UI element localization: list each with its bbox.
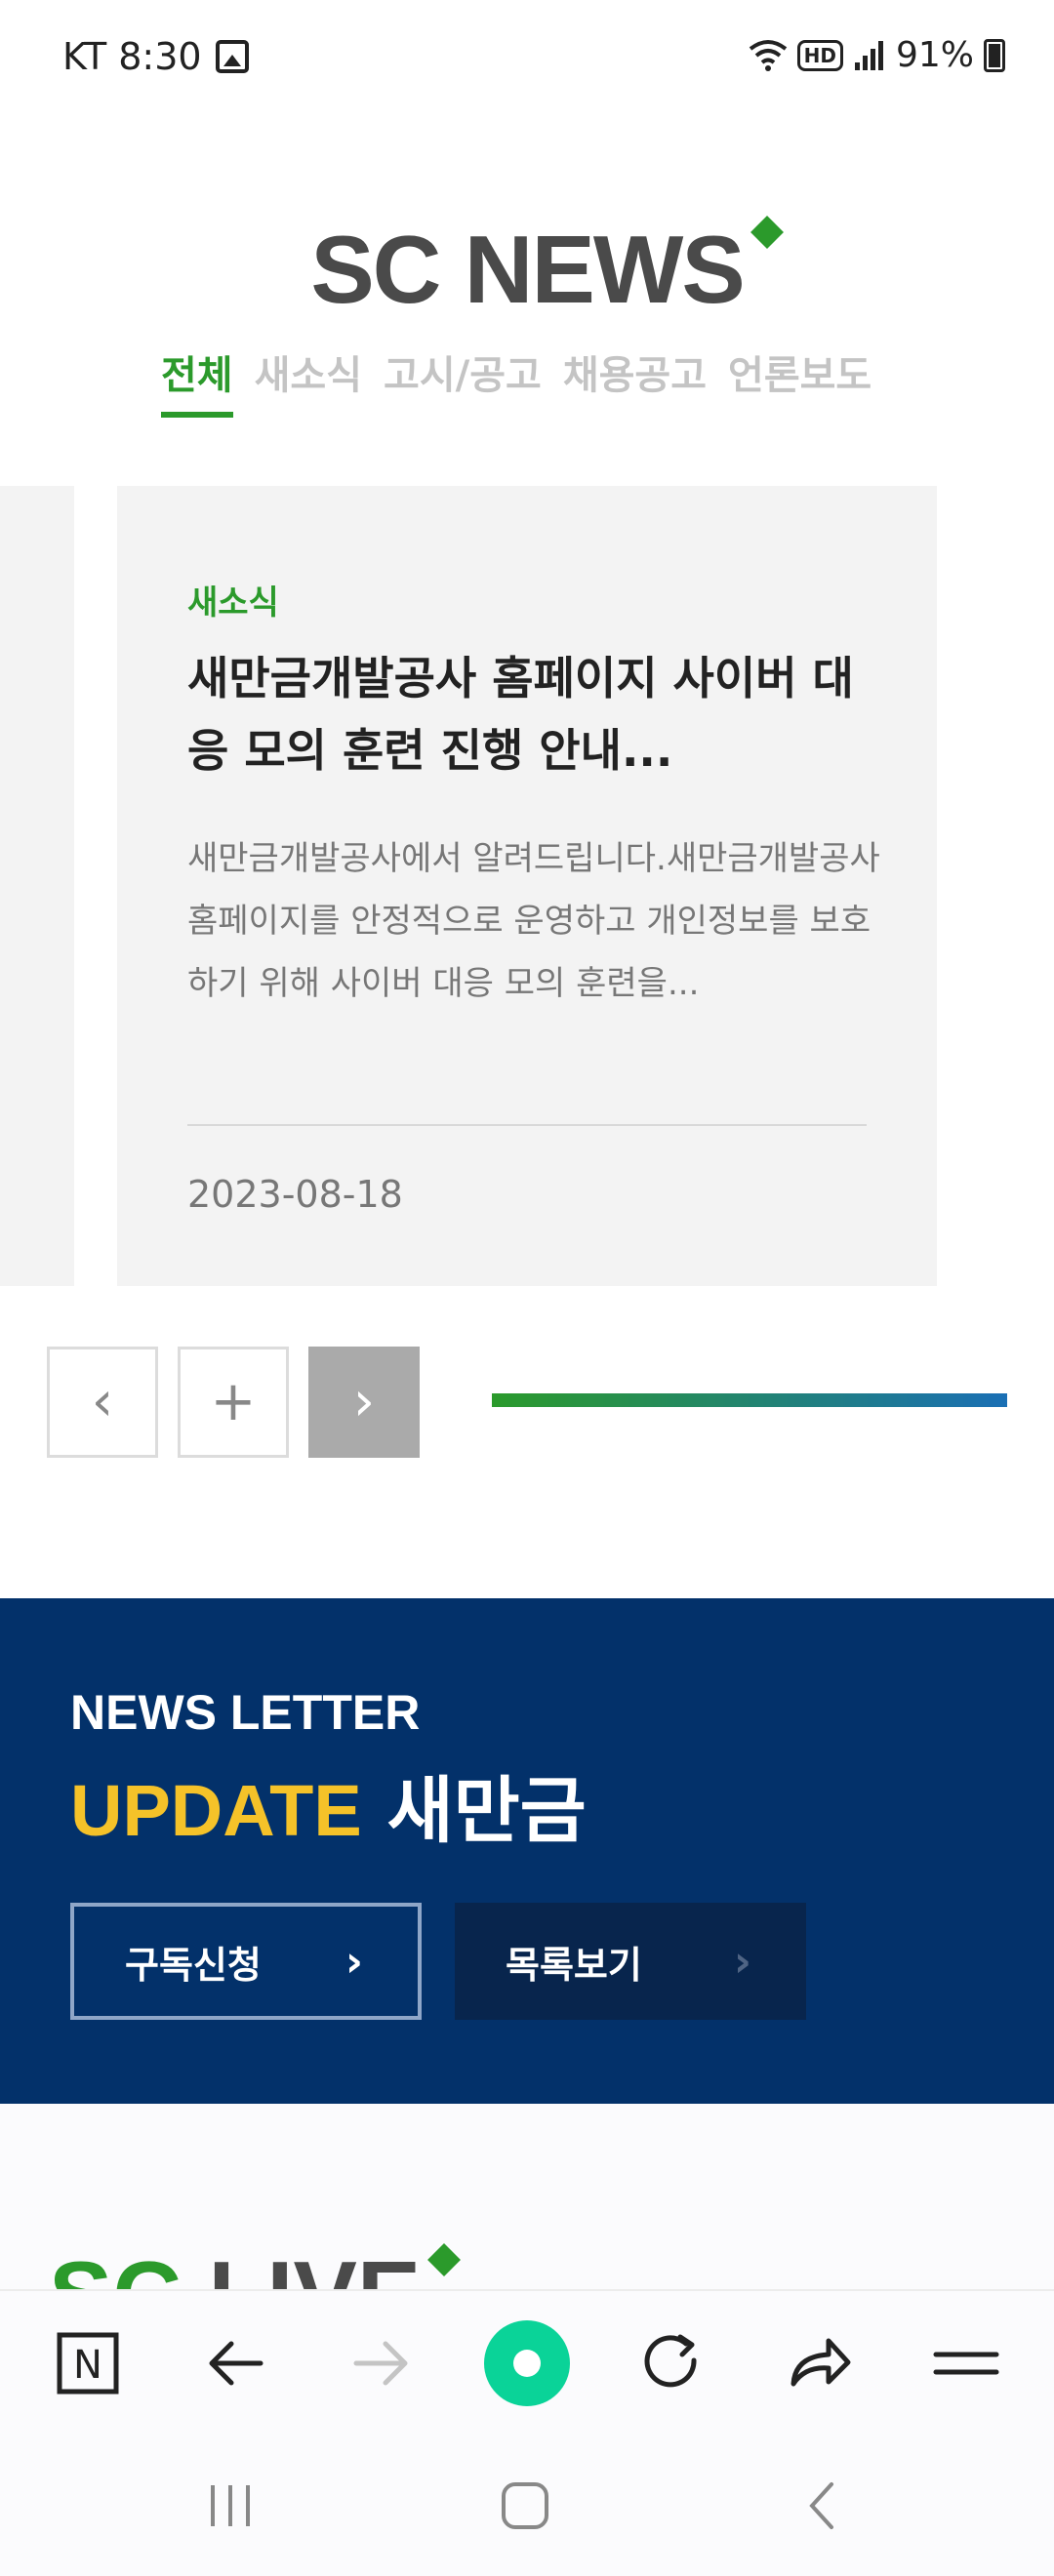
chevron-right-icon: › [345,1936,363,1987]
naver-n-icon[interactable]: N [43,2318,133,2408]
diamond-icon [750,216,784,249]
chevron-right-icon: › [352,1370,376,1433]
subscribe-button[interactable]: 구독신청 › [70,1903,422,2020]
naver-letter: N [73,2343,102,2388]
more-button[interactable]: + [178,1347,289,1458]
back-nav-icon[interactable] [783,2475,861,2537]
battery-icon [984,38,1005,72]
share-icon[interactable] [775,2318,865,2408]
refresh-icon[interactable] [627,2318,716,2408]
plus-icon: + [210,1370,257,1433]
tab-news[interactable]: 새소식 [255,343,362,418]
status-left: KT 8:30 [62,35,249,78]
battery-percent: 91% [895,35,974,75]
tab-press[interactable]: 언론보도 [728,343,872,418]
newsletter-title: UPDATE 새만금 [70,1752,587,1857]
hd-badge: HD [796,39,843,71]
live-section: SC LIVE [0,2104,1054,2299]
news-header: SC NEWS [0,215,1054,325]
system-nav-bar [0,2435,1054,2576]
page-title-text: SC NEWS [310,216,745,323]
status-bar: KT 8:30 HD 91% [0,0,1054,117]
news-card[interactable]: 새소식 새만금개발공사 홈페이지 사이버 대응 모의 훈련 진행 안내... 새… [117,486,937,1286]
card-divider [187,1124,867,1126]
tab-all[interactable]: 전체 [161,343,233,418]
home-icon[interactable] [486,2475,564,2537]
subscribe-label: 구독신청 [125,1943,262,1987]
card-title[interactable]: 새만금개발공사 홈페이지 사이버 대응 모의 훈련 진행 안내... [187,642,890,786]
view-list-button[interactable]: 목록보기 › [455,1903,806,2020]
carrier-time: KT 8:30 [62,35,202,78]
carousel-progress-bar [492,1393,1007,1407]
category-tabs: 전체 새소식 고시/공고 채용공고 언론보도 [161,343,893,418]
back-arrow-icon[interactable] [191,2318,281,2408]
card-category: 새소식 [187,584,279,623]
card-description: 새만금개발공사에서 알려드립니다.새만금개발공사 홈페이지를 안정적으로 운영하… [187,839,880,1003]
chevron-left-icon: ‹ [91,1370,114,1433]
tab-notices[interactable]: 고시/공고 [384,343,542,418]
newsletter-title-rest: 새만금 [361,1769,587,1853]
diamond-icon [427,2243,462,2276]
chevron-right-icon: › [733,1936,751,1987]
wifi-icon [749,39,787,71]
forward-arrow-icon[interactable] [336,2318,426,2408]
carousel-prev-button[interactable]: ‹ [47,1347,158,1458]
gallery-icon [215,40,249,73]
newsletter-section: NEWS LETTER UPDATE 새만금 구독신청 › 목록보기 › [0,1598,1054,2104]
view-list-label: 목록보기 [506,1943,642,1987]
previous-card-peek[interactable] [0,486,74,1286]
signal-icon [854,40,883,70]
page-title: SC NEWS [310,215,784,325]
recent-apps-icon[interactable] [191,2475,269,2537]
carousel-next-button[interactable]: › [308,1347,420,1458]
menu-icon[interactable] [921,2318,1011,2408]
tab-recruitment[interactable]: 채용공고 [563,343,707,418]
green-dot-icon[interactable] [482,2318,572,2408]
newsletter-label: NEWS LETTER [70,1685,421,1740]
card-date: 2023-08-18 [187,1173,403,1216]
newsletter-title-accent: UPDATE [70,1770,362,1851]
browser-toolbar: N [0,2289,1054,2435]
status-right: HD 91% [749,35,1005,75]
